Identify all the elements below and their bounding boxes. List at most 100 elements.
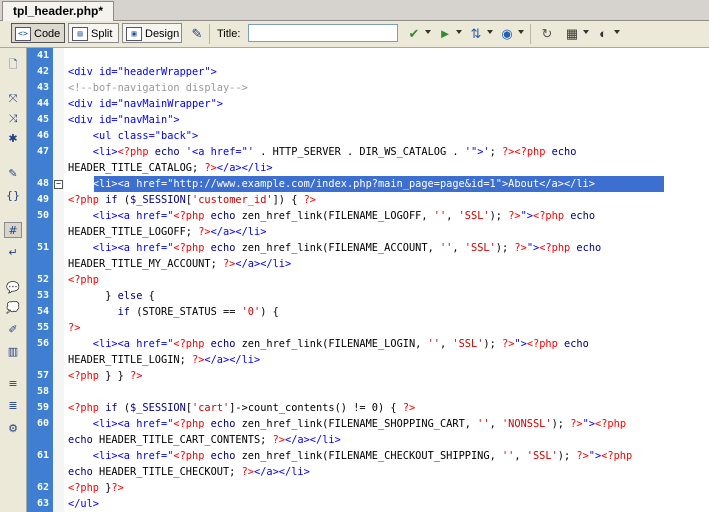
code-view-icon: <> [15,27,31,41]
code-line[interactable]: <li><a href="<?php echo zen_href_link(FI… [68,448,632,464]
code-line[interactable]: <li><a href="http://www.example.com/inde… [68,176,595,192]
code-line[interactable]: <?php } } ?> [68,368,142,384]
code-line[interactable]: <li><a href="<?php echo zen_href_link(FI… [68,416,626,432]
view-options-dropdown-icon[interactable] [583,30,589,34]
file-icon[interactable]: 🗋 [4,57,22,73]
code-line[interactable]: <?php [68,272,99,288]
line-number: 47 [36,146,49,157]
code-token: echo [204,418,242,430]
line-number: 59 [36,402,49,413]
comment-icon[interactable]: 💬 [4,280,22,296]
browser-check-dropdown-icon[interactable] [456,30,462,34]
code-view-button[interactable]: <> Code [11,23,65,43]
file-transfer-dropdown-icon[interactable] [487,30,493,34]
code-token: else [117,290,143,302]
code-line[interactable]: if (STORE_STATUS == '0') { [68,304,279,320]
code-token: 'NONSSL' [501,418,552,430]
preview-dropdown-icon[interactable] [518,30,524,34]
code-line[interactable]: <div id="headerWrapper"> [68,64,217,80]
validate-icon[interactable]: ✔ [405,25,423,43]
format-source-icon[interactable]: ⚙ [4,421,22,437]
code-line[interactable]: echo HEADER_TITLE_CHECKOUT; ?></a></li> [68,464,310,480]
code-line[interactable]: <ul class="back"> [68,128,198,144]
view-options-icon[interactable]: ▦ [563,25,581,43]
refresh-icon[interactable]: ↻ [538,25,556,43]
code-line[interactable]: } else { [68,288,155,304]
line-number: 41 [36,50,49,61]
code-line[interactable]: </ul> [68,496,99,512]
code-token: <?php [173,242,205,254]
uncomment-icon[interactable]: 💭 [4,300,22,316]
code-token: "> [582,418,596,430]
code-token: ?> [192,354,205,366]
code-token: <?php [173,450,205,462]
title-input[interactable] [248,24,398,42]
code-token: 'SSL' [526,450,558,462]
code-token: echo [204,450,242,462]
live-view-icon[interactable]: ✎ [188,25,206,43]
code-token: "> [588,450,602,462]
code-line[interactable]: HEADER_TITLE_CATALOG; ?></a></li> [68,160,273,176]
design-view-icon: ▣ [126,27,142,41]
code-token: <li><a href=" [68,338,174,350]
line-number: 54 [36,306,49,317]
code-token: if [99,194,124,206]
file-transfer-icon[interactable]: ⇅ [467,25,485,43]
code-line[interactable]: <li><a href="<?php echo zen_href_link(FI… [68,208,595,224]
collapse-icon[interactable]: ⤨ [4,111,22,127]
code-token: } [99,482,112,494]
design-view-button[interactable]: ▣ Design [122,23,182,43]
validate-dropdown-icon[interactable] [425,30,431,34]
outline-icon[interactable]: ✎ [4,166,22,182]
code-token: , [489,418,502,430]
split-view-button[interactable]: ▤ Split [68,23,119,43]
code-token: HEADER_TITLE_CATALOG; [68,162,205,174]
code-line[interactable]: <?php if ($_SESSION['cart']->count_conte… [68,400,415,416]
code-token: <li><a href=" [68,450,174,462]
code-line[interactable]: <div id="navMain"> [68,112,180,128]
code-line[interactable]: HEADER_TITLE_LOGOFF; ?></a></li> [68,224,266,240]
code-line[interactable]: HEADER_TITLE_MY_ACCOUNT; ?></a></li> [68,256,291,272]
code-token: ?> [222,258,236,270]
code-line[interactable]: HEADER_TITLE_LOGIN; ?></a></li> [68,352,260,368]
code-token: '">' [464,146,490,158]
code-line[interactable]: ?> [68,320,80,336]
line-numbers-icon[interactable]: # [4,222,22,238]
document-tab[interactable]: tpl_header.php* [2,1,115,21]
fold-toggle-icon[interactable]: − [54,180,63,189]
code-fold-column [53,48,64,512]
code-line[interactable]: <!--bof-navigation display--> [68,80,248,96]
code-token: <li> [68,146,118,158]
document-toolbar: <> Code ▤ Split ▣ Design ✎ Title: ✔ ► ⇅ … [0,21,709,48]
expand-icon[interactable]: ⤧ [4,91,22,107]
code-line[interactable]: <li><a href="<?php echo zen_href_link(FI… [68,240,601,256]
brace-icon[interactable]: {} [4,188,22,204]
wrap-icon[interactable]: ↵ [4,245,22,261]
snippet-icon[interactable]: ✐ [4,322,22,338]
code-token: "> [514,338,527,350]
format-icon[interactable]: ▥ [4,344,22,360]
code-token: <li><a href=" [68,242,174,254]
browser-check-icon[interactable]: ► [436,25,454,43]
code-token: </a></li> [235,258,292,270]
code-line[interactable]: echo HEADER_TITLE_CART_CONTENTS; ?></a><… [68,432,341,448]
code-line[interactable]: <li><a href="<?php echo zen_href_link(FI… [68,336,589,352]
preview-globe-icon[interactable]: ◉ [498,25,516,43]
code-token: </a></li> [254,466,310,478]
code-token: '' [501,450,515,462]
outdent-icon[interactable]: ≣ [4,398,22,414]
code-token: if [68,306,137,318]
line-number: 55 [36,322,49,333]
code-token: '' [439,242,453,254]
visual-aids-dropdown-icon[interactable] [614,30,620,34]
code-token: echo [68,434,99,446]
indent-icon[interactable]: ≡ [4,376,22,392]
code-line[interactable]: <?php if ($_SESSION['customer_id']) { ?> [68,192,316,208]
code-line[interactable]: <div id="navMainWrapper"> [68,96,223,112]
code-token: echo [204,242,242,254]
code-token: <?php [117,146,149,158]
visual-aids-icon[interactable]: ◐ [594,25,612,43]
select-icon[interactable]: ✱ [4,131,22,147]
code-line[interactable]: <?php }?> [68,480,124,496]
code-line[interactable]: <li><?php echo '<a href="' . HTTP_SERVER… [68,144,577,160]
